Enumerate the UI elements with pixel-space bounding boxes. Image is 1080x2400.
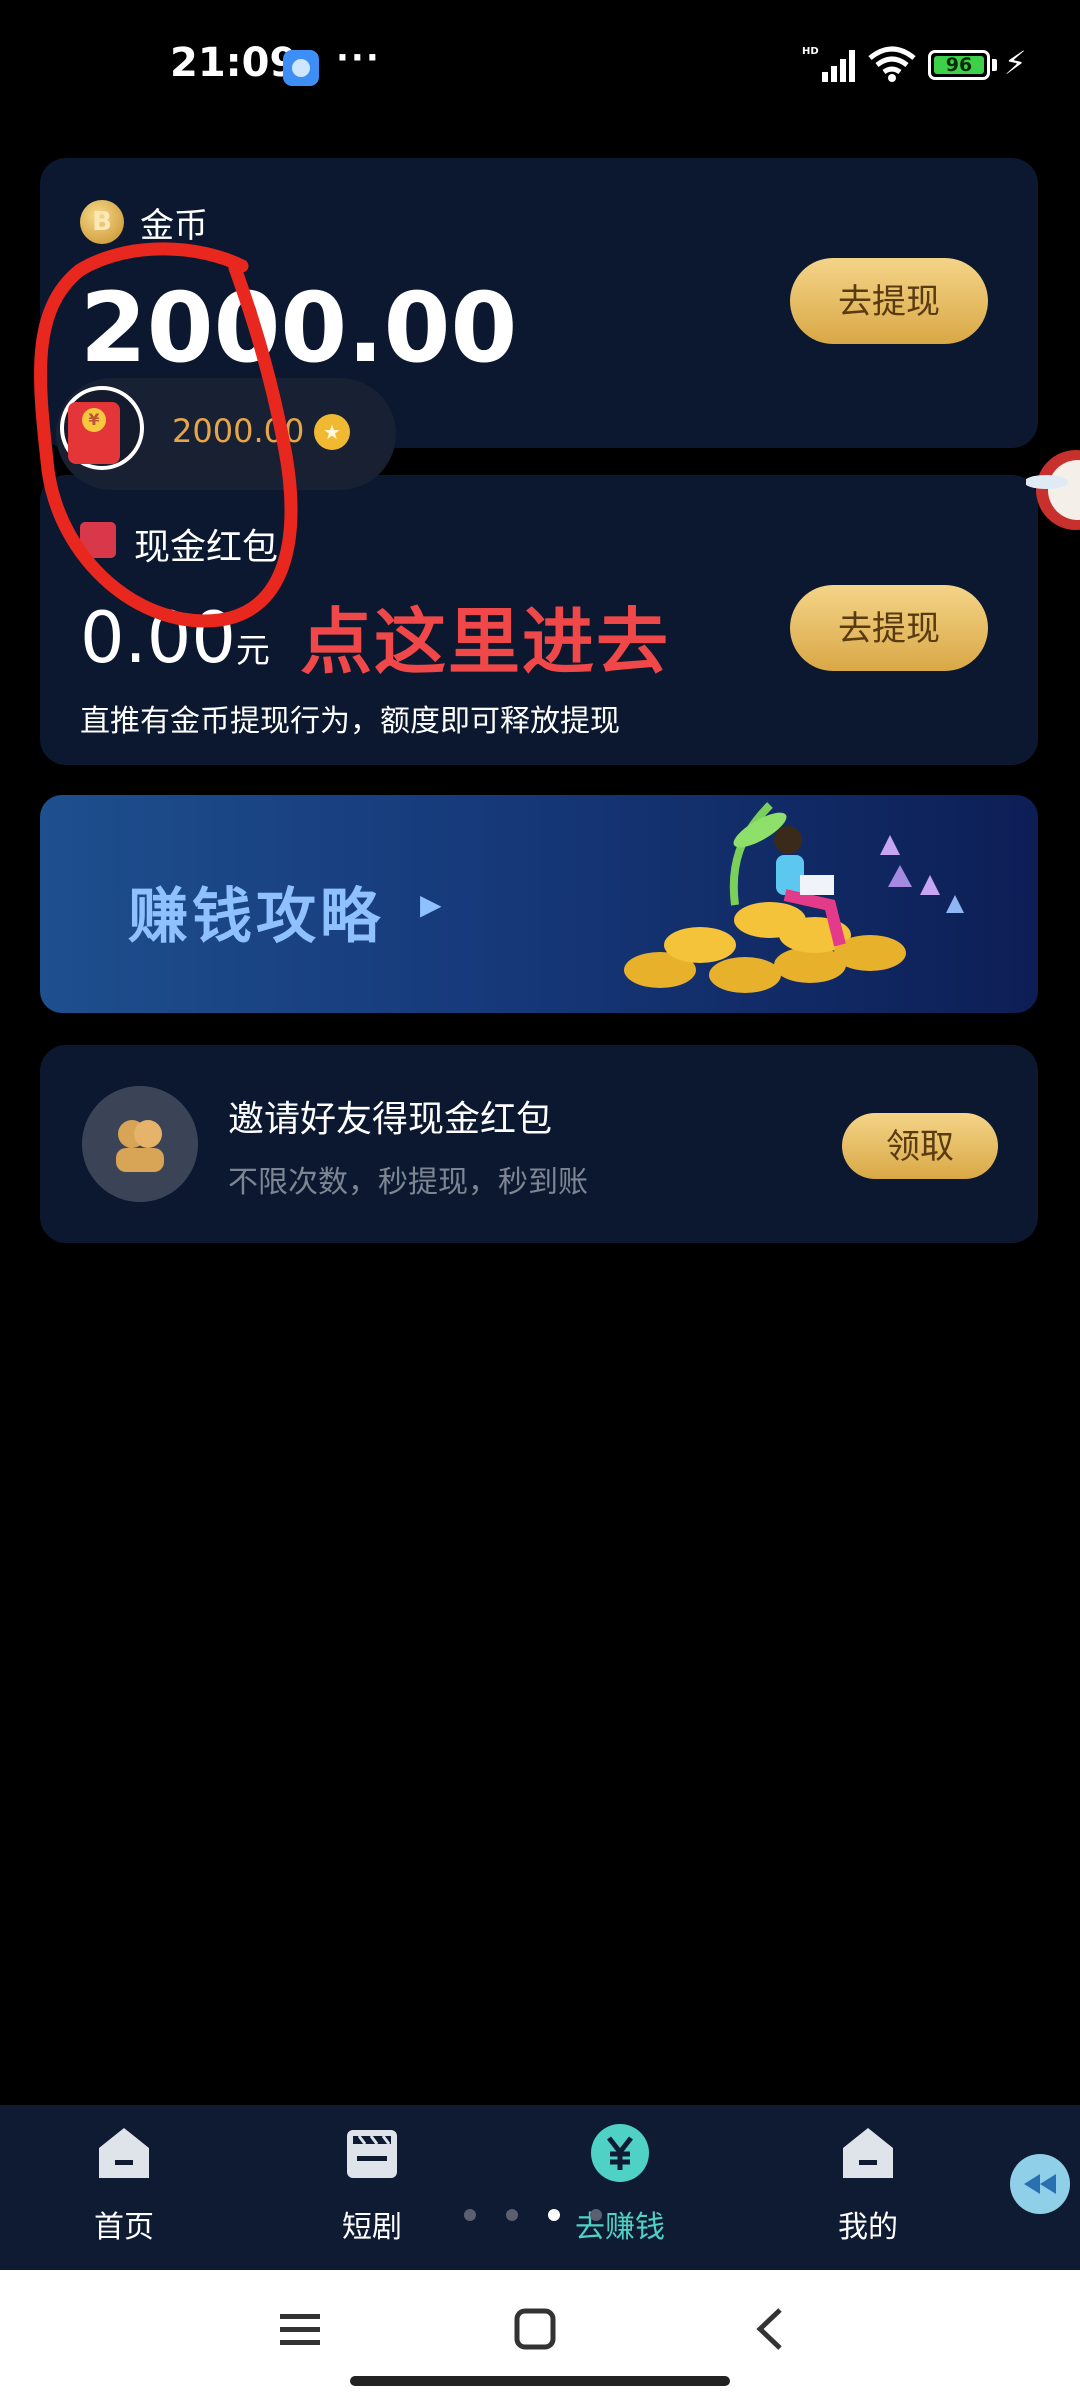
invite-friends-icon	[82, 1086, 198, 1202]
cash-withdraw-button[interactable]: 去提现	[790, 585, 988, 671]
page-dot	[590, 2209, 602, 2221]
nav-item-profile[interactable]: 我的	[788, 2120, 948, 2260]
more-notifications-icon: ···	[336, 38, 381, 78]
status-time: 21:09	[170, 40, 298, 86]
signal-icon: HD	[802, 46, 855, 82]
red-packet-icon	[80, 522, 116, 558]
charging-icon: ⚡	[1004, 44, 1027, 82]
invite-title: 邀请好友得现金红包	[228, 1099, 553, 1140]
cash-amount: 0.00元	[80, 598, 270, 691]
cash-amount-value: 0.00	[80, 597, 236, 679]
invite-subtitle: 不限次数，秒提现，秒到账	[228, 1165, 588, 1200]
banner-title: 赚钱攻略	[128, 882, 384, 952]
page-dot-active	[548, 2209, 560, 2221]
network-type-label: HD	[802, 46, 819, 57]
square-home-icon[interactable]	[514, 2308, 556, 2350]
nav-item-drama[interactable]: 短剧	[292, 2120, 452, 2260]
coin-title: 金币	[140, 206, 208, 246]
home-indicator[interactable]	[350, 2376, 730, 2386]
wifi-icon	[868, 46, 916, 82]
star-coin-icon: ★	[314, 414, 350, 450]
cash-amount-unit: 元	[235, 631, 270, 671]
nav-label-drama: 短剧	[342, 2210, 402, 2245]
page-dot	[464, 2209, 476, 2221]
coin-amount: 2000.00	[80, 272, 518, 384]
coin-icon: B	[80, 200, 124, 244]
nav-label-home: 首页	[94, 2210, 154, 2245]
floating-amount: 2000.00	[172, 412, 305, 450]
coin-withdraw-button[interactable]: 去提现	[790, 258, 988, 344]
mascot-peek-icon[interactable]	[1026, 430, 1080, 550]
back-icon[interactable]	[752, 2306, 788, 2352]
annotation-text: 点这里进去	[300, 600, 671, 684]
page-indicator	[464, 2206, 632, 2225]
yuan-icon	[591, 2124, 649, 2182]
banner-arrow-icon: ▶	[420, 888, 442, 921]
battery-tip	[992, 59, 997, 71]
nav-item-home[interactable]: 首页	[44, 2120, 204, 2260]
nav-item-earn[interactable]: 去赚钱	[540, 2120, 700, 2260]
page-dot	[506, 2209, 518, 2221]
yuan-coin-icon: ¥	[82, 408, 106, 432]
cash-title: 现金红包	[134, 527, 279, 568]
cash-description: 直推有金币提现行为，额度即可释放提现	[80, 704, 620, 739]
clapperboard-icon	[347, 2130, 397, 2178]
battery-level: 96	[945, 54, 973, 76]
coins-illustration-icon	[624, 802, 964, 993]
claim-button[interactable]: 领取	[842, 1113, 998, 1179]
home-icon	[99, 2128, 149, 2178]
mascot-icon[interactable]	[1000, 2140, 1080, 2220]
profile-icon	[843, 2128, 893, 2178]
app-notification-icon	[283, 50, 319, 86]
battery-icon: 96	[928, 50, 990, 80]
menu-icon[interactable]	[278, 2310, 322, 2350]
nav-label-profile: 我的	[838, 2210, 898, 2245]
